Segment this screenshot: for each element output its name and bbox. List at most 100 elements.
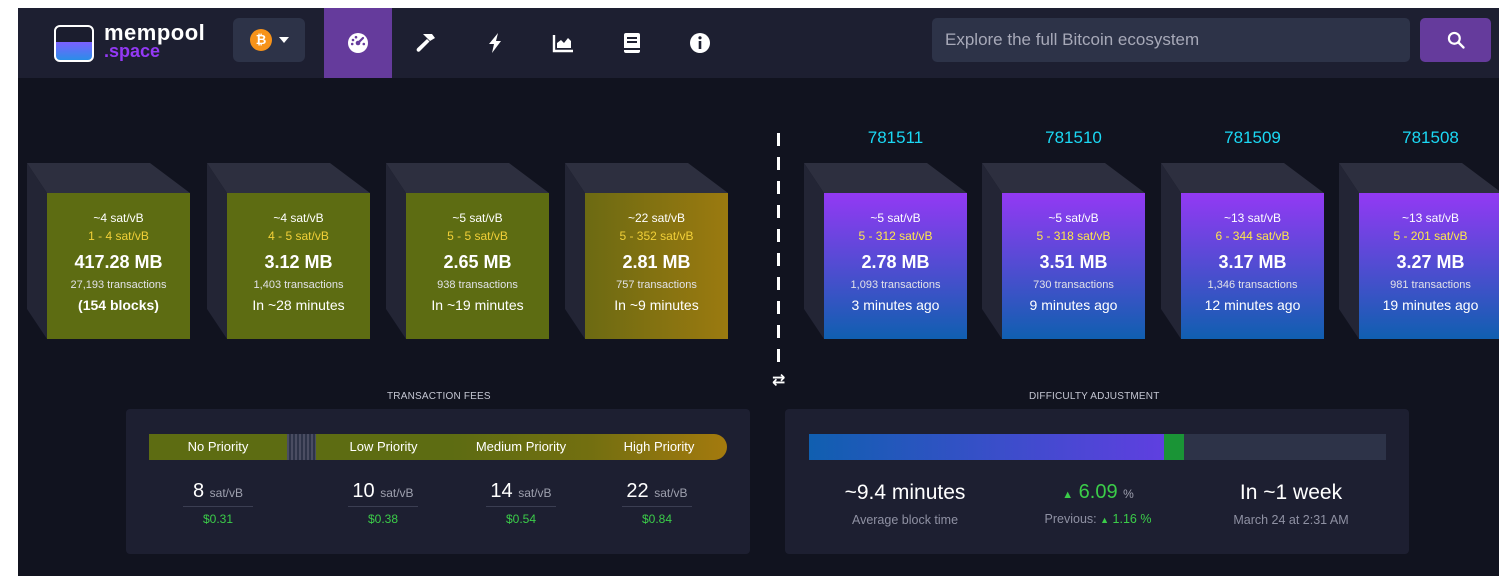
fee-rate: 22 bbox=[626, 480, 649, 502]
nav-mining[interactable] bbox=[392, 8, 460, 78]
high-priority-label: High Priority bbox=[591, 434, 727, 460]
block-median-fee: ~4 sat/vB bbox=[273, 211, 324, 225]
block-median-fee: ~22 sat/vB bbox=[627, 211, 686, 225]
logo-mark-icon bbox=[54, 25, 94, 62]
block-fee-range: 6 - 344 sat/vB bbox=[1215, 229, 1290, 243]
mempool-block[interactable]: ~4 sat/vB 4 - 5 sat/vB 3.12 MB 1,403 tra… bbox=[207, 163, 370, 339]
block-tx-count: 938 transactions bbox=[437, 279, 518, 291]
next-adjustment-eta: In ~1 week bbox=[1239, 481, 1343, 504]
network-selector[interactable]: ₿ bbox=[233, 18, 305, 62]
fee-unit: sat/vB bbox=[518, 486, 552, 500]
mempool-block[interactable]: ~22 sat/vB 5 - 352 sat/vB 2.81 MB 757 tr… bbox=[565, 163, 728, 339]
mempool-block[interactable]: ~5 sat/vB 5 - 5 sat/vB 2.65 MB 938 trans… bbox=[386, 163, 549, 339]
low-priority-fee: 10 sat/vB $0.38 bbox=[338, 480, 428, 526]
nav-dashboard[interactable] bbox=[324, 8, 392, 78]
block-tx-count: 1,346 transactions bbox=[1207, 279, 1298, 291]
block-fee-range: 5 - 312 sat/vB bbox=[858, 229, 933, 243]
next-adjustment-date: March 24 at 2:31 AM bbox=[1233, 513, 1349, 527]
no-priority-label: No Priority bbox=[149, 434, 287, 460]
block-eta: (154 blocks) bbox=[78, 297, 159, 313]
mined-block[interactable]: ~13 sat/vB 6 - 344 sat/vB 3.17 MB 1,346 … bbox=[1161, 163, 1324, 339]
bitcoin-icon: ₿ bbox=[250, 29, 272, 51]
block-tx-count: 1,403 transactions bbox=[253, 279, 344, 291]
block-time-ago: 3 minutes ago bbox=[851, 297, 940, 313]
block-size: 3.12 MB bbox=[264, 252, 333, 272]
mined-block[interactable]: ~5 sat/vB 5 - 318 sat/vB 3.51 MB 730 tra… bbox=[982, 163, 1145, 339]
average-block-time: ~9.4 minutes Average block time bbox=[805, 481, 1005, 527]
difficulty-adjustment-panel: ~9.4 minutes Average block time ▲ 6.09 %… bbox=[785, 409, 1409, 554]
block-tx-count: 757 transactions bbox=[616, 279, 697, 291]
average-block-time-label: Average block time bbox=[851, 513, 959, 527]
search-icon bbox=[1447, 31, 1465, 49]
dashboard-icon bbox=[348, 33, 368, 53]
block-size: 3.51 MB bbox=[1039, 252, 1108, 272]
block-median-fee: ~5 sat/vB bbox=[870, 211, 921, 225]
fee-usd: $0.38 bbox=[367, 512, 399, 526]
block-tx-count: 730 transactions bbox=[1033, 279, 1114, 291]
high-priority-fee: 22 sat/vB $0.84 bbox=[612, 480, 702, 526]
fee-usd: $0.31 bbox=[202, 512, 234, 526]
fee-unit: sat/vB bbox=[654, 486, 688, 500]
difficulty-change-value: 6.09 bbox=[1078, 481, 1118, 503]
fee-usd: $0.54 bbox=[505, 512, 537, 526]
mined-block[interactable]: ~5 sat/vB 5 - 312 sat/vB 2.78 MB 1,093 t… bbox=[804, 163, 967, 339]
block-median-fee: ~13 sat/vB bbox=[1223, 211, 1282, 225]
chain-divider bbox=[777, 133, 780, 368]
caret-down-icon bbox=[279, 37, 289, 43]
nav-about[interactable] bbox=[666, 8, 734, 78]
block-size: 2.81 MB bbox=[622, 252, 691, 272]
block-height-link[interactable]: 781509 bbox=[1181, 128, 1324, 148]
mempool-app: mempool .space ₿ Explore the full Bitcoi… bbox=[18, 8, 1499, 576]
medium-priority-label: Medium Priority bbox=[451, 434, 591, 460]
search-input[interactable]: Explore the full Bitcoin ecosystem bbox=[932, 18, 1410, 62]
priority-gap bbox=[287, 434, 316, 460]
difficulty-progress-bar bbox=[809, 434, 1386, 460]
mined-block[interactable]: ~13 sat/vB 5 - 201 sat/vB 3.27 MB 981 tr… bbox=[1339, 163, 1499, 339]
previous-change-value: 1.16 % bbox=[1112, 512, 1152, 526]
fee-rate: 10 bbox=[352, 480, 375, 502]
next-adjustment: In ~1 week March 24 at 2:31 AM bbox=[1191, 481, 1391, 527]
fee-unit: sat/vB bbox=[209, 486, 244, 500]
about-info-icon bbox=[690, 33, 710, 53]
difficulty-progress-fill bbox=[809, 434, 1164, 460]
previous-label: Previous: bbox=[1044, 512, 1097, 526]
block-median-fee: ~5 sat/vB bbox=[452, 211, 503, 225]
difficulty-change: ▲ 6.09 % Previous: ▲ 1.16 % bbox=[998, 481, 1198, 526]
block-height-link[interactable]: 781511 bbox=[824, 128, 967, 148]
block-median-fee: ~4 sat/vB bbox=[93, 211, 144, 225]
nav-docs[interactable] bbox=[598, 8, 666, 78]
block-eta: In ~19 minutes bbox=[431, 297, 524, 313]
block-median-fee: ~5 sat/vB bbox=[1048, 211, 1099, 225]
block-time-ago: 12 minutes ago bbox=[1204, 297, 1301, 313]
fee-rate: 14 bbox=[490, 480, 513, 502]
difficulty-current-marker bbox=[1164, 434, 1184, 460]
nav-graphs[interactable] bbox=[529, 8, 597, 78]
mempool-logo[interactable]: mempool .space bbox=[54, 20, 205, 64]
block-time-ago: 9 minutes ago bbox=[1029, 297, 1118, 313]
navbar: mempool .space ₿ Explore the full Bitcoi… bbox=[18, 8, 1499, 78]
block-tx-count: 27,193 transactions bbox=[70, 279, 167, 291]
block-size: 2.78 MB bbox=[861, 252, 930, 272]
no-priority-fee: 8 sat/vB $0.31 bbox=[173, 480, 263, 526]
average-block-time-value: ~9.4 minutes bbox=[844, 481, 966, 504]
mempool-block[interactable]: ~4 sat/vB 1 - 4 sat/vB 417.28 MB 27,193 … bbox=[27, 163, 190, 339]
search-button[interactable] bbox=[1420, 18, 1491, 62]
swap-direction-icon[interactable]: ⇄ bbox=[772, 370, 785, 390]
block-fee-range: 5 - 352 sat/vB bbox=[619, 229, 694, 243]
block-fee-range: 1 - 4 sat/vB bbox=[88, 229, 149, 243]
nav-lightning[interactable] bbox=[461, 8, 529, 78]
block-height-link[interactable]: 781510 bbox=[1002, 128, 1145, 148]
fee-rate: 8 bbox=[192, 480, 205, 502]
block-tx-count: 1,093 transactions bbox=[850, 279, 941, 291]
arrow-up-icon: ▲ bbox=[1100, 515, 1110, 525]
block-height-link[interactable]: 781508 bbox=[1359, 128, 1499, 148]
block-fee-range: 5 - 201 sat/vB bbox=[1393, 229, 1468, 243]
block-size: 2.65 MB bbox=[443, 252, 512, 272]
block-fee-range: 5 - 318 sat/vB bbox=[1036, 229, 1111, 243]
fee-unit: sat/vB bbox=[380, 486, 414, 500]
block-eta: In ~9 minutes bbox=[614, 297, 699, 313]
logo-sub: .space bbox=[104, 41, 161, 61]
block-size: 417.28 MB bbox=[74, 252, 163, 272]
low-priority-label: Low Priority bbox=[316, 434, 451, 460]
difficulty-change-unit: % bbox=[1123, 487, 1134, 501]
